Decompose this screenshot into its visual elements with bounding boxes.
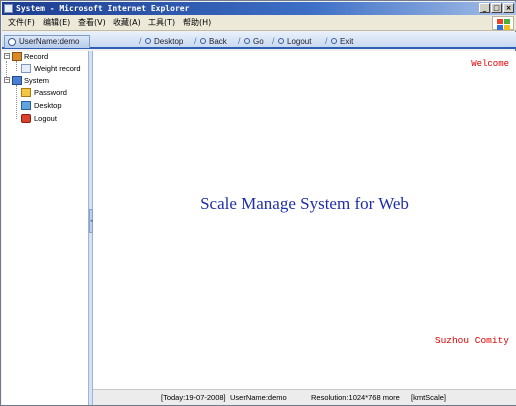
logout-icon (21, 114, 31, 123)
menu-edit[interactable]: 编辑(E) (43, 18, 70, 28)
nav-logout-label: Logout (287, 37, 312, 46)
app-navbar: UserName:demo / Desktop / Back / Go / Lo… (2, 32, 516, 49)
sidebar-tree: − Record Weight record − System Password… (2, 51, 89, 405)
tree-item-password[interactable]: Password (21, 87, 87, 98)
tree-label-logout: Logout (34, 114, 57, 123)
menu-file[interactable]: 文件(F) (8, 18, 35, 28)
menu-favorites[interactable]: 收藏(A) (113, 18, 141, 28)
folder-icon (12, 52, 22, 61)
maximize-button[interactable]: □ (491, 3, 502, 13)
main-content: Welcome Scale Manage System for Web Suzh… (93, 51, 516, 389)
slash-divider-icon: / (139, 36, 142, 46)
tree-line (16, 61, 17, 71)
tree-line (16, 85, 17, 119)
document-icon (21, 64, 31, 73)
tree-label-password: Password (34, 88, 67, 97)
key-icon (21, 88, 31, 97)
menu-help[interactable]: 帮助(H) (183, 18, 211, 28)
ie-app-icon (4, 4, 13, 13)
slash-divider-icon: / (194, 36, 197, 46)
status-resolution: Resolution:1024*768 more (311, 393, 400, 402)
collapse-icon[interactable]: − (4, 53, 10, 59)
user-circle-icon (8, 38, 16, 46)
tree-node-system[interactable]: − System (4, 75, 88, 86)
monitor-icon (21, 101, 31, 110)
menu-bar: 文件(F) 编辑(E) 查看(V) 收藏(A) 工具(T) 帮助(H) (2, 15, 516, 31)
tree-label-desktop: Desktop (34, 101, 62, 110)
circle-icon (331, 38, 337, 44)
tree-label-weight-record: Weight record (34, 64, 81, 73)
circle-icon (200, 38, 206, 44)
computer-icon (12, 76, 22, 85)
status-bar: [Today:19-07-2008] UserName:demo Resolut… (93, 389, 516, 405)
circle-icon (145, 38, 151, 44)
nav-go-label: Go (253, 37, 264, 46)
tree-node-record[interactable]: − Record (4, 51, 88, 62)
tree-label-record: Record (24, 52, 49, 61)
slash-divider-icon: / (325, 36, 328, 46)
menu-tools[interactable]: 工具(T) (148, 18, 175, 28)
status-today: [Today:19-07-2008] (161, 393, 226, 402)
tree-label-system: System (24, 76, 50, 85)
nav-desktop-label: Desktop (154, 37, 184, 46)
tree-item-desktop[interactable]: Desktop (21, 100, 87, 111)
tree-item-weight-record[interactable]: Weight record (21, 63, 87, 74)
close-button[interactable]: × (503, 3, 514, 13)
title-bar: System - Microsoft Internet Explorer _ □… (2, 2, 516, 15)
tree-item-logout[interactable]: Logout (21, 113, 87, 124)
window-controls: _ □ × (479, 3, 514, 13)
browser-window: System - Microsoft Internet Explorer _ □… (0, 0, 516, 406)
nav-exit-label: Exit (340, 37, 354, 46)
nav-back-label: Back (209, 37, 227, 46)
circle-icon (278, 38, 284, 44)
circle-icon (244, 38, 250, 44)
collapse-icon[interactable]: − (4, 77, 10, 83)
menu-view[interactable]: 查看(V) (78, 18, 106, 28)
slash-divider-icon: / (238, 36, 241, 46)
status-user: UserName:demo (230, 393, 287, 402)
status-brand: [kmtScale] (411, 393, 447, 402)
slash-divider-icon: / (272, 36, 275, 46)
welcome-text: Welcome (471, 59, 509, 69)
page-title: Scale Manage System for Web (200, 194, 409, 213)
window-title: System - Microsoft Internet Explorer (16, 4, 190, 13)
user-tab: UserName:demo (4, 35, 90, 48)
user-name-label: UserName:demo (19, 37, 80, 46)
minimize-button[interactable]: _ (479, 3, 490, 13)
windows-logo-icon (492, 16, 514, 30)
company-name: Suzhou Comity (434, 335, 509, 346)
